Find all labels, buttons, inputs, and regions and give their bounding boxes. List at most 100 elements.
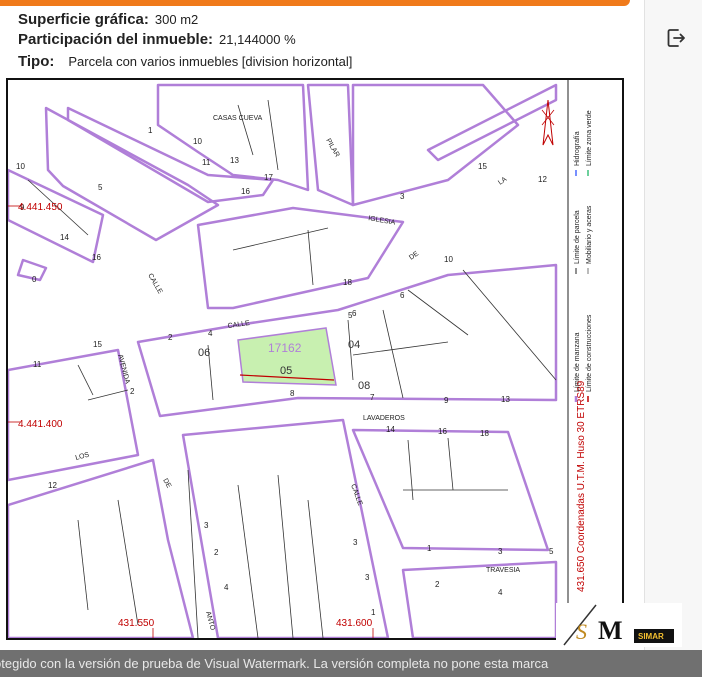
tipo-value: Parcela con varios inmuebles [division h…	[68, 54, 353, 69]
map-legend: Límite de manzana Límite de parcela Hidr…	[574, 110, 593, 402]
house-number: 3	[400, 192, 405, 201]
house-number: 1	[148, 126, 153, 135]
simar-logo: S M SIMAR	[556, 603, 682, 647]
superficie-value: 300 m2	[154, 12, 199, 27]
house-number: 2	[168, 333, 173, 342]
house-number: 18	[480, 429, 489, 438]
house-number: 7	[370, 393, 375, 402]
house-number: 4	[224, 583, 229, 592]
block-left-small	[8, 168, 105, 264]
svg-text:S: S	[576, 619, 587, 644]
house-number: 6	[352, 309, 357, 318]
street-calle-2: CALLE	[227, 320, 250, 330]
house-number: 16	[241, 187, 250, 196]
top-accent-bar	[0, 0, 630, 6]
street-calle-3: CALLE	[349, 483, 363, 507]
legend-limite-manzana: Límite de manzana	[574, 332, 581, 392]
house-number: 4	[208, 329, 213, 338]
coord-utm-caption: 431.650 Coordenadas U.T.M. Huso 30 ETRS8…	[576, 380, 587, 592]
house-number: 15	[93, 340, 102, 349]
trial-watermark: otegido con la versión de prueba de Visu…	[0, 650, 702, 677]
house-number: 1	[427, 544, 432, 553]
house-number: 15	[478, 162, 487, 171]
block-casas-cueva	[156, 83, 310, 192]
house-number: 0	[32, 275, 37, 284]
house-number: 5	[98, 183, 103, 192]
legend-mobiliario-aceras: Mobiliario y aceras	[586, 205, 593, 264]
street-calle-1: CALLE	[146, 273, 163, 296]
street-iglesia: IGLESIA	[368, 215, 396, 227]
street-de-1: DE	[408, 250, 420, 262]
participacion-row: Participación del inmueble: 21,144000 %	[18, 31, 296, 48]
tipo-label: Tipo:	[18, 53, 55, 70]
coord-x-431550: 431.550	[118, 618, 155, 629]
tipo-row: Tipo: Parcela con varios inmuebles [divis…	[18, 53, 352, 70]
house-number: 2	[435, 580, 440, 589]
cadastral-map[interactable]: CASAS CUEVA PILAR IGLESIA LA DE CALLE CA…	[6, 78, 624, 640]
house-number: 3	[365, 573, 370, 582]
house-number: 9	[444, 396, 449, 405]
coord-x-431600: 431.600	[336, 618, 373, 629]
house-number: 12	[538, 175, 547, 184]
house-number: 13	[501, 395, 510, 404]
house-number: 1	[371, 608, 376, 617]
house-number: 11	[202, 158, 211, 167]
house-number: 14	[60, 233, 69, 242]
house-number: 10	[444, 255, 453, 264]
block-bottom-center	[181, 418, 390, 638]
map-canvas: CASAS CUEVA PILAR IGLESIA LA DE CALLE CA…	[8, 80, 593, 638]
parcel-04: 04	[348, 339, 360, 351]
right-side-panel	[644, 0, 702, 677]
parcel-06: 06	[198, 347, 210, 359]
house-number: 3	[204, 521, 209, 530]
street-casas-cueva: CASAS CUEVA	[213, 115, 263, 122]
export-button[interactable]	[663, 25, 689, 51]
street-los: LOS	[75, 451, 91, 461]
house-number: 2	[130, 387, 135, 396]
house-number: 16	[92, 253, 101, 262]
house-number: 11	[33, 360, 42, 369]
house-number: 14	[386, 425, 395, 434]
block-center	[136, 263, 558, 418]
street-avenida: AVENIDA	[116, 354, 131, 385]
house-number: 3	[353, 538, 358, 547]
superficie-label: Superficie gráfica:	[18, 11, 149, 28]
svg-text:SIMAR: SIMAR	[638, 632, 664, 641]
street-de-2: DE	[161, 478, 172, 490]
house-number: 18	[343, 278, 352, 287]
svg-text:M: M	[598, 616, 623, 645]
legend-limite-construcciones: Límite de construcciones	[586, 314, 593, 392]
house-number: 12	[48, 481, 57, 490]
participacion-value: 21,144000 %	[219, 32, 296, 47]
coord-y-4441450: 4.441.450	[18, 202, 63, 213]
house-number: 13	[230, 156, 239, 165]
street-pilar: PILAR	[324, 138, 340, 159]
legend-limite-parcela: Límite de parcela	[574, 210, 581, 264]
house-number: 16	[438, 427, 447, 436]
house-number: 5	[549, 547, 554, 556]
street-travesia: TRAVESIA	[486, 567, 520, 574]
house-number: 3	[498, 547, 503, 556]
coord-y-4441400: 4.441.400	[18, 419, 63, 430]
street-lavaderos: LAVADEROS	[363, 415, 405, 422]
house-number: 10	[16, 162, 25, 171]
parcel-05: 05	[280, 365, 292, 377]
house-number: 6	[400, 291, 405, 300]
house-number: 17	[264, 173, 273, 182]
block-far-bottom-right	[401, 560, 558, 638]
street-la: LA	[497, 176, 508, 187]
export-icon	[667, 29, 685, 47]
block-left-mid	[8, 348, 140, 482]
house-number: 2	[214, 548, 219, 557]
house-number: 8	[290, 389, 295, 398]
block-iglesia	[196, 206, 405, 310]
house-number: 4	[498, 588, 503, 597]
house-number: 10	[193, 137, 202, 146]
participacion-label: Participación del inmueble:	[18, 31, 214, 48]
parcel-08: 08	[358, 380, 370, 392]
watermark-text: otegido con la versión de prueba de Visu…	[0, 656, 549, 671]
legend-limite-zona-verde: Límite zona verde	[586, 110, 593, 166]
parcel-reference: 17162	[268, 341, 302, 355]
superficie-row: Superficie gráfica: 300 m2	[18, 11, 198, 28]
legend-hidrografia: Hidrografía	[574, 131, 581, 166]
